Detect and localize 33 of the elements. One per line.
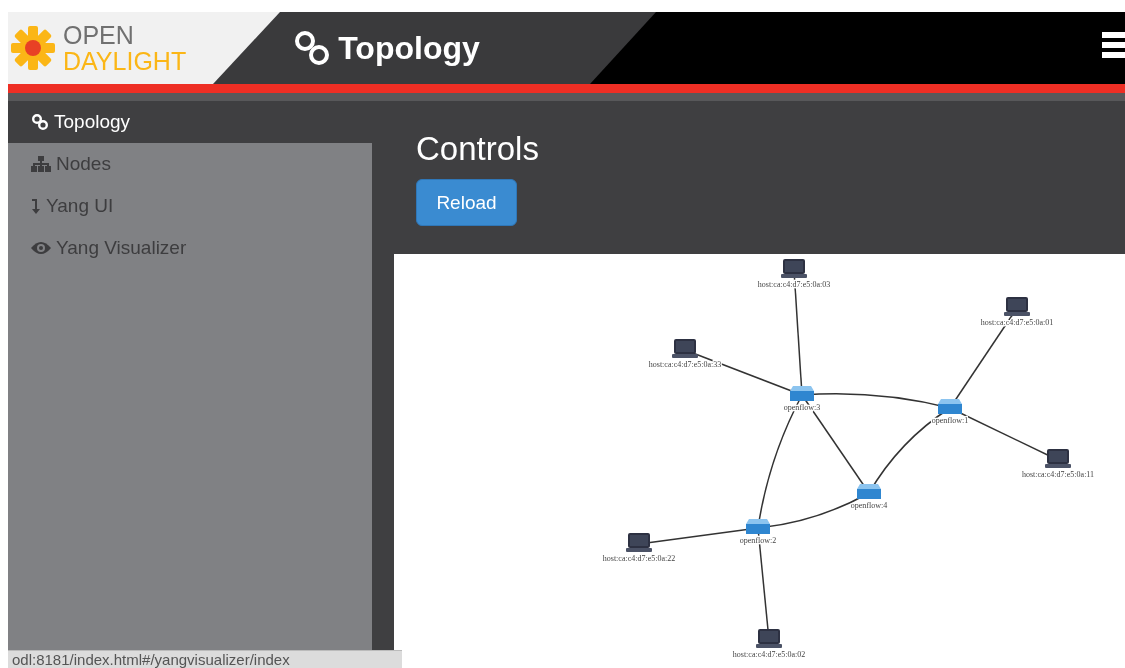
- flower-logo-icon: [9, 24, 57, 72]
- node-label: host:ca:c4:d7:e5:0a:22: [602, 554, 676, 564]
- link-icon: [294, 30, 331, 66]
- reload-button[interactable]: Reload: [416, 179, 517, 227]
- arrow-down-icon: [31, 197, 41, 215]
- node-label: openflow:4: [850, 501, 888, 511]
- link-icon: [31, 113, 49, 131]
- node-label: openflow:1: [931, 416, 969, 426]
- switch-icon[interactable]: [938, 399, 962, 415]
- menu-icon[interactable]: [1102, 30, 1125, 60]
- eye-icon: [31, 241, 51, 255]
- sidebar-item[interactable]: Yang Visualizer: [8, 227, 372, 269]
- laptop-icon[interactable]: [626, 533, 652, 553]
- node-label: host:ca:c4:d7:e5:0a:11: [1021, 470, 1095, 480]
- sidebar-item[interactable]: Nodes: [8, 143, 372, 185]
- laptop-icon[interactable]: [756, 629, 782, 649]
- laptop-icon[interactable]: [1004, 297, 1030, 317]
- switch-icon[interactable]: [857, 484, 881, 500]
- sitemap-icon: [31, 156, 51, 172]
- section-heading: Controls: [416, 131, 540, 168]
- switch-icon[interactable]: [746, 519, 770, 535]
- page-title: Topology: [338, 29, 480, 68]
- sidebar-item[interactable]: Topology: [8, 101, 372, 143]
- logo-text: DAYLIGHT: [63, 48, 187, 74]
- switch-icon[interactable]: [790, 386, 814, 402]
- sidebar-item[interactable]: Yang UI: [8, 185, 372, 227]
- logo-text: OPEN: [63, 22, 135, 48]
- laptop-icon[interactable]: [781, 259, 807, 279]
- laptop-icon[interactable]: [1045, 449, 1071, 469]
- node-label: host:ca:c4:d7:e5:0a:02: [732, 650, 806, 660]
- node-label: host:ca:c4:d7:e5:0a:33: [648, 360, 722, 370]
- laptop-icon[interactable]: [672, 339, 698, 359]
- status-url: odl:8181/index.html#/yangvisualizer/index: [8, 650, 402, 668]
